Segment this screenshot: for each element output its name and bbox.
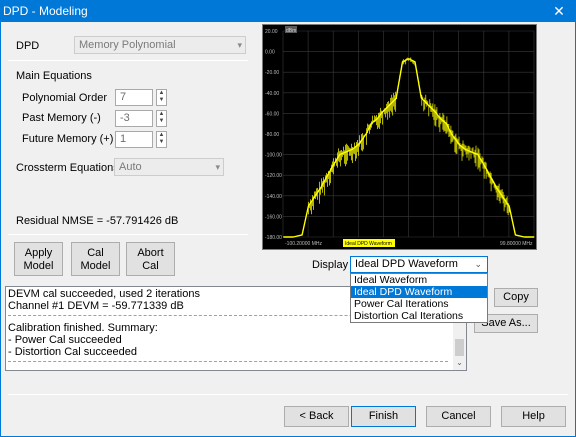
log-separator bbox=[8, 361, 448, 362]
dialog-body: DPD Memory Polynomial ▾ Main Equations P… bbox=[0, 22, 576, 437]
x-start-label: -100.20000 MHz bbox=[285, 241, 322, 247]
log-line: - Power Cal succeeded bbox=[8, 334, 122, 346]
apply-model-button[interactable]: Apply Model bbox=[14, 242, 63, 276]
dpd-select-value: Memory Polynomial bbox=[79, 39, 176, 51]
chevron-down-icon[interactable]: ⌄ bbox=[453, 358, 466, 370]
y-tick-label: -20.00 bbox=[265, 70, 279, 76]
apply-model-label-1: Apply bbox=[24, 247, 53, 259]
arrow-up-icon[interactable]: ▲ bbox=[157, 90, 166, 97]
display-dropdown: Ideal Waveform Ideal DPD Waveform Power … bbox=[350, 273, 488, 323]
log-line: - Distortion Cal succeeded bbox=[8, 346, 138, 358]
chevron-down-icon: ▾ bbox=[237, 40, 242, 50]
arrow-up-icon[interactable]: ▲ bbox=[157, 132, 166, 139]
display-option[interactable]: Power Cal Iterations bbox=[351, 298, 487, 310]
arrow-down-icon[interactable]: ▼ bbox=[157, 97, 166, 104]
y-tick-label: -120.00 bbox=[265, 173, 282, 179]
log-line: Calibration finished. Summary: bbox=[8, 322, 158, 334]
arrow-down-icon[interactable]: ▼ bbox=[157, 118, 166, 125]
polynomial-order-input[interactable]: 7 bbox=[115, 89, 153, 106]
polynomial-order-spin-buttons[interactable]: ▲ ▼ bbox=[156, 89, 167, 106]
window-title: DPD - Modeling bbox=[3, 4, 88, 18]
main-equations-heading: Main Equations bbox=[16, 70, 92, 82]
scrollbar-thumb[interactable] bbox=[455, 339, 464, 356]
past-memory-label: Past Memory (-) bbox=[22, 112, 101, 124]
arrow-up-icon[interactable]: ▲ bbox=[157, 111, 166, 118]
y-tick-label: -60.00 bbox=[265, 111, 279, 117]
x-end-label: 99.80000 MHz bbox=[500, 241, 533, 247]
dpd-label: DPD bbox=[16, 40, 40, 52]
cal-model-label-2: Model bbox=[80, 260, 111, 272]
abort-cal-label-1: Abort bbox=[137, 247, 164, 259]
y-tick-label: 0.00 bbox=[265, 50, 275, 56]
display-option-highlighted[interactable]: Ideal DPD Waveform bbox=[351, 286, 487, 298]
corner-tag: dBm bbox=[286, 28, 296, 34]
trace-legend-label: Ideal DPD Waveform bbox=[345, 241, 392, 247]
y-tick-label: -180.00 bbox=[265, 235, 282, 241]
spectrum-chart: 20.00 0.00 -20.00 -40.00 -60.00 -80.00 -100.00… bbox=[262, 24, 537, 250]
display-option[interactable]: Ideal Waveform bbox=[351, 274, 487, 286]
dpd-select[interactable]: Memory Polynomial ▾ bbox=[74, 36, 246, 54]
y-tick-label: -160.00 bbox=[265, 214, 282, 220]
chevron-down-icon: ▾ bbox=[215, 162, 220, 172]
crossterm-label: Crossterm Equations bbox=[16, 162, 119, 174]
display-label: Display bbox=[312, 259, 349, 271]
divider bbox=[8, 234, 248, 235]
log-line: Channel #1 DEVM = -59.771339 dB bbox=[8, 300, 184, 312]
y-tick-label: -80.00 bbox=[265, 132, 279, 138]
cancel-button[interactable]: Cancel bbox=[426, 406, 491, 427]
divider bbox=[8, 394, 568, 395]
y-tick-label: -40.00 bbox=[265, 91, 279, 97]
past-memory-input[interactable]: -3 bbox=[115, 110, 153, 127]
back-button[interactable]: < Back bbox=[284, 406, 349, 427]
log-line: DEVM cal succeeded, used 2 iterations bbox=[8, 288, 200, 300]
polynomial-order-label: Polynomial Order bbox=[22, 92, 107, 104]
display-select[interactable]: Ideal DPD Waveform ⌄ bbox=[350, 256, 488, 273]
finish-button[interactable]: Finish bbox=[351, 406, 416, 427]
future-memory-spin-buttons[interactable]: ▲ ▼ bbox=[156, 131, 167, 148]
chevron-down-icon: ⌄ bbox=[474, 259, 482, 269]
arrow-down-icon[interactable]: ▼ bbox=[157, 139, 166, 146]
apply-model-label-2: Model bbox=[23, 260, 54, 272]
future-memory-input[interactable]: 1 bbox=[115, 131, 153, 148]
future-memory-label: Future Memory (+) bbox=[22, 133, 114, 145]
residual-nmse: Residual NMSE = -57.791426 dB bbox=[16, 215, 179, 227]
help-button[interactable]: Help bbox=[501, 406, 566, 427]
display-option[interactable]: Distortion Cal Iterations bbox=[351, 310, 487, 322]
past-memory-spin-buttons[interactable]: ▲ ▼ bbox=[156, 110, 167, 127]
copy-button[interactable]: Copy bbox=[494, 288, 538, 307]
display-select-value: Ideal DPD Waveform bbox=[355, 258, 458, 270]
y-tick-label: -100.00 bbox=[265, 153, 282, 159]
y-tick-label: 20.00 bbox=[265, 29, 278, 35]
cal-model-label-1: Cal bbox=[87, 247, 104, 259]
y-tick-label: -140.00 bbox=[265, 194, 282, 200]
divider bbox=[8, 60, 248, 61]
close-icon[interactable]: ✕ bbox=[542, 0, 576, 22]
abort-cal-button[interactable]: Abort Cal bbox=[126, 242, 175, 276]
title-bar: DPD - Modeling ✕ bbox=[0, 0, 576, 22]
cal-model-button[interactable]: Cal Model bbox=[71, 242, 120, 276]
crossterm-select-value: Auto bbox=[119, 161, 142, 173]
abort-cal-label-2: Cal bbox=[142, 260, 159, 272]
spectrum-plot: 20.00 0.00 -20.00 -40.00 -60.00 -80.00 -100.00… bbox=[265, 26, 535, 247]
crossterm-select[interactable]: Auto ▾ bbox=[114, 158, 224, 176]
